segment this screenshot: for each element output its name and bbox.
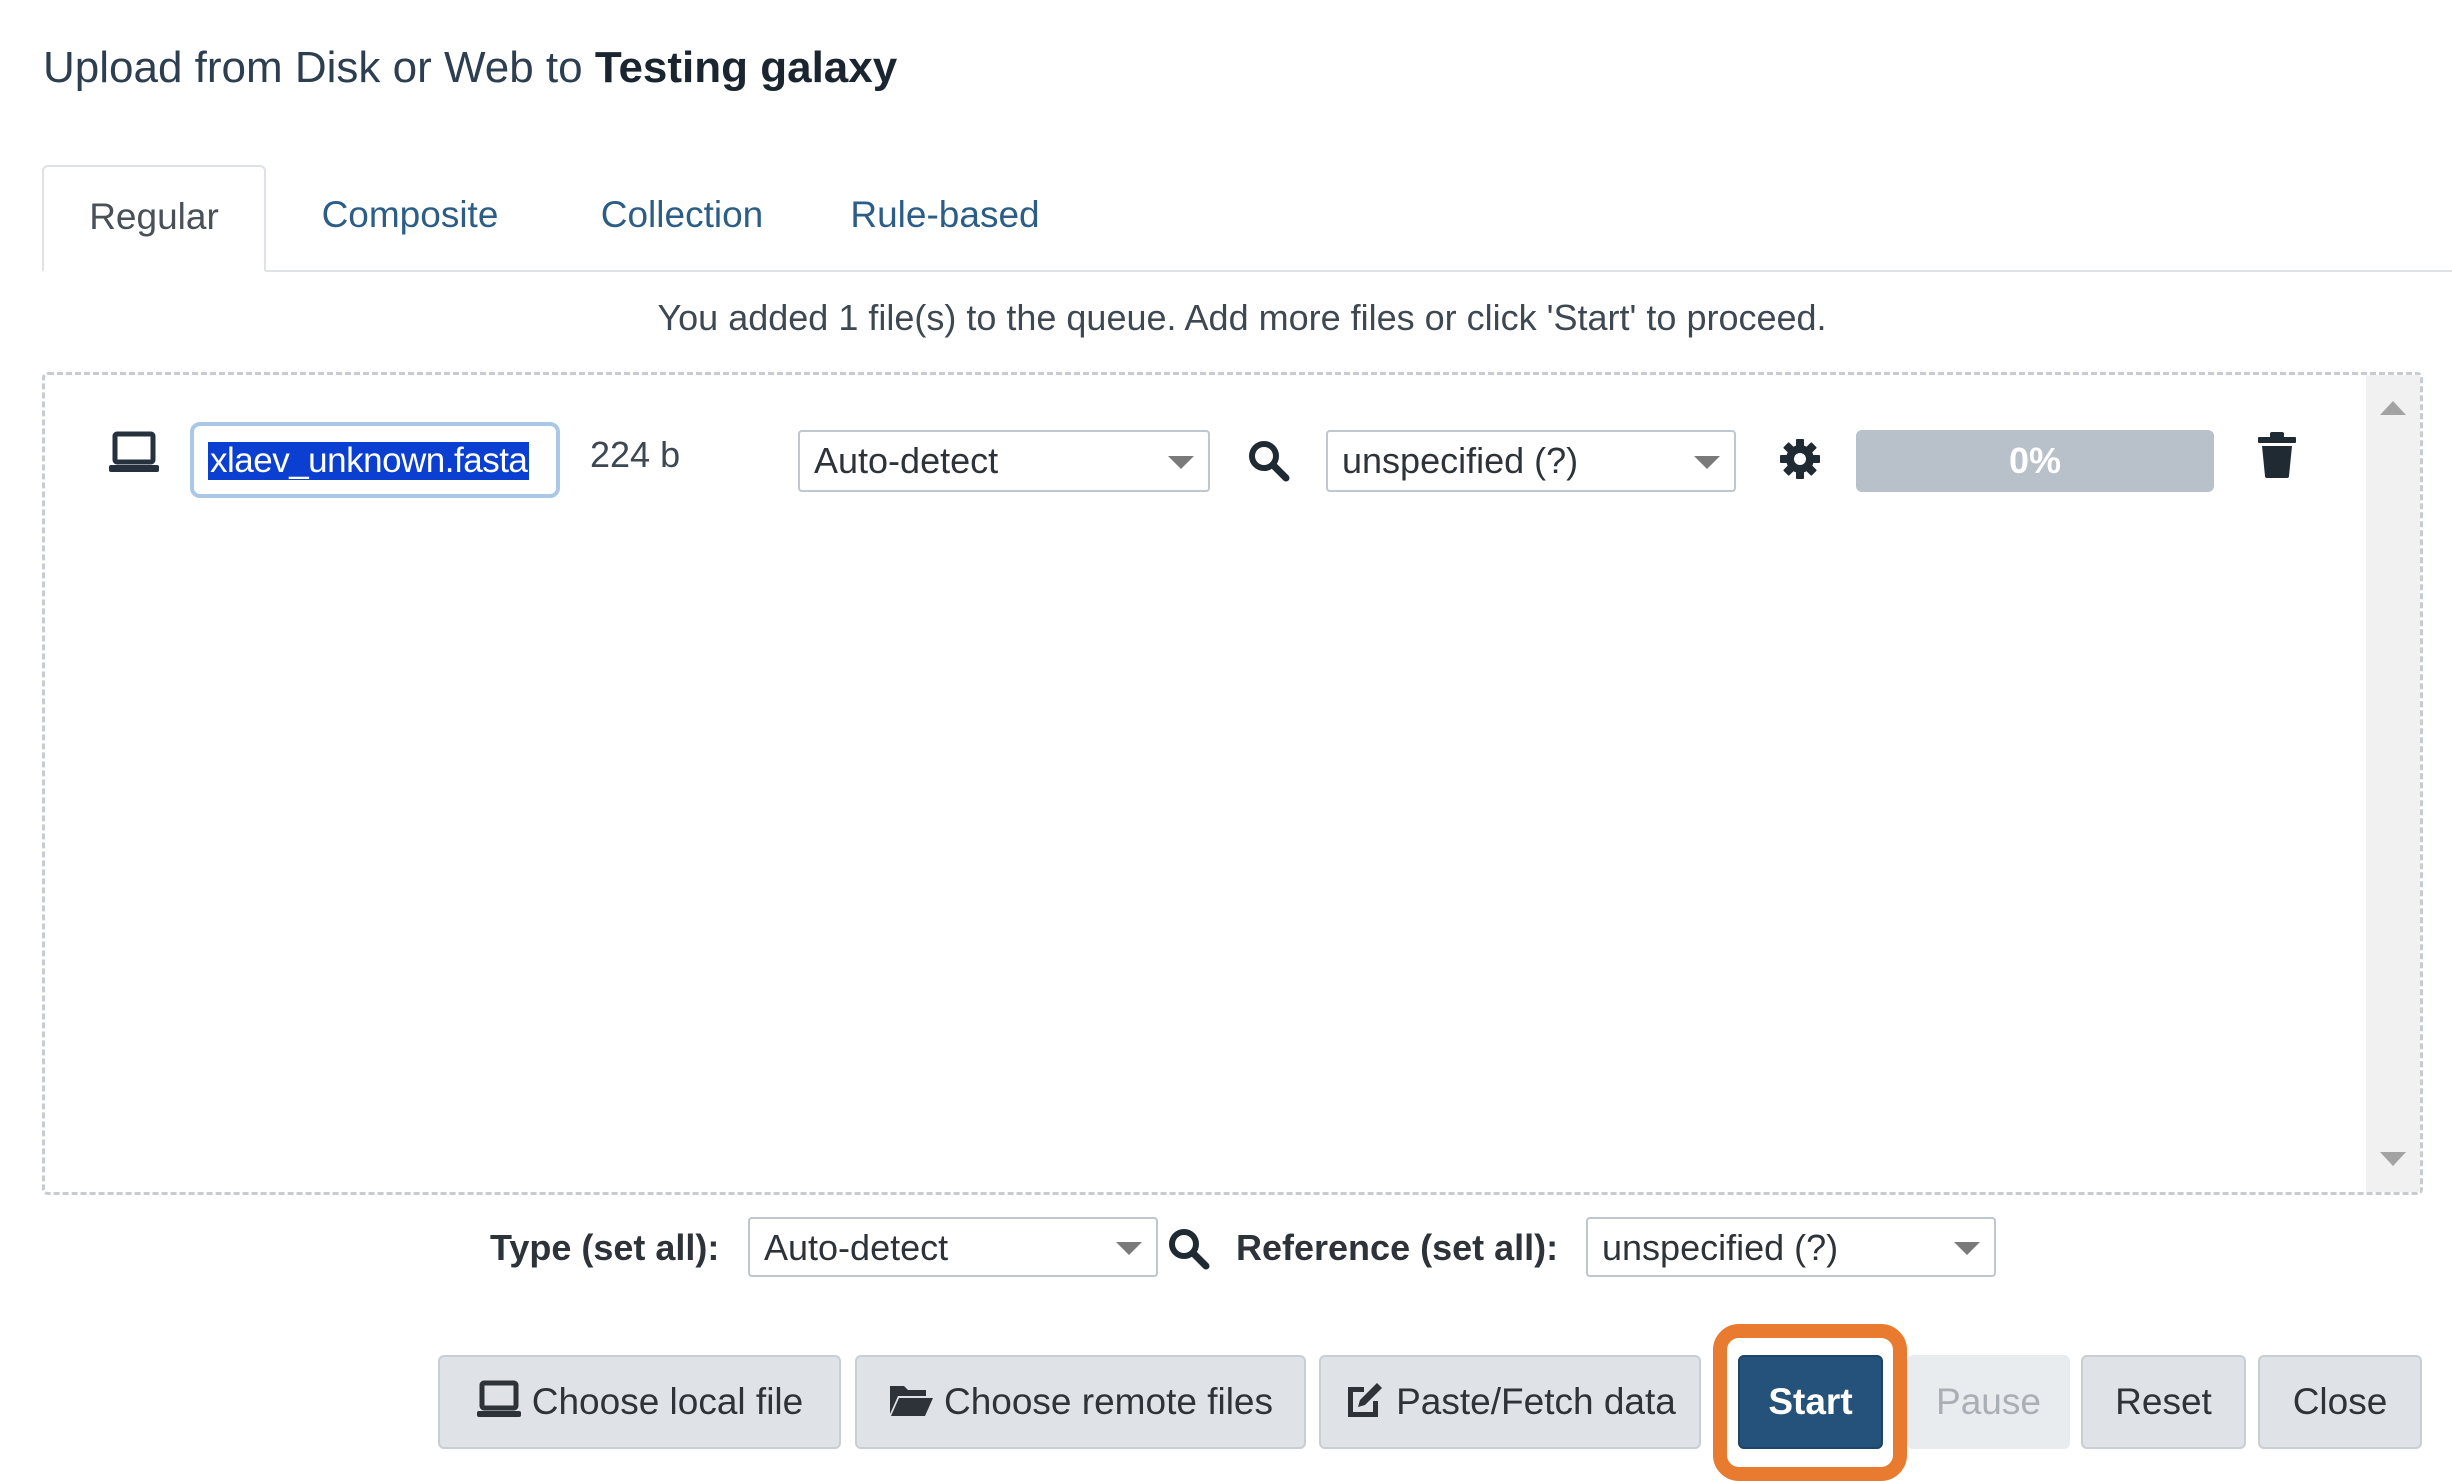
- paste-fetch-data-label: Paste/Fetch data: [1396, 1381, 1676, 1422]
- trash-icon[interactable]: [2258, 432, 2296, 478]
- choose-remote-files-label: Choose remote files: [943, 1381, 1274, 1422]
- upload-progress-label: 0%: [2008, 440, 2062, 481]
- genome-reference-select[interactable]: unspecified (?): [1326, 430, 1736, 492]
- upload-progress-bar: 0%: [1856, 430, 2214, 492]
- dialog-title: Upload from Disk or Web to Testing galax…: [43, 38, 897, 98]
- choose-local-file-label: Choose local file: [531, 1381, 804, 1422]
- chevron-down-icon: [1954, 1242, 1980, 1255]
- queue-message: You added 1 file(s) to the queue. Add mo…: [657, 297, 1827, 338]
- gear-icon[interactable]: [1778, 437, 1822, 481]
- reference-set-all-value: unspecified (?): [1602, 1227, 1839, 1268]
- laptop-icon: [476, 1380, 521, 1418]
- edit-icon: [1348, 1383, 1383, 1418]
- reference-set-all-label: Reference (set all):: [1236, 1227, 1559, 1268]
- chevron-down-icon: [1116, 1242, 1142, 1255]
- start-button[interactable]: Start: [1738, 1355, 1883, 1449]
- genome-reference-value: unspecified (?): [1342, 440, 1579, 481]
- search-icon[interactable]: [1166, 1226, 1212, 1272]
- type-set-all-label: Type (set all):: [490, 1227, 720, 1268]
- chevron-down-icon: [1168, 456, 1194, 469]
- dialog-title-prefix: Upload from Disk or Web to: [43, 43, 595, 92]
- choose-local-file-button[interactable]: Choose local file: [438, 1355, 841, 1449]
- pause-button[interactable]: Pause: [1907, 1355, 2070, 1449]
- chevron-down-icon: [1694, 456, 1720, 469]
- paste-fetch-data-button[interactable]: Paste/Fetch data: [1319, 1355, 1701, 1449]
- type-set-all-value: Auto-detect: [764, 1227, 949, 1268]
- filename-selected-text: xlaev_unknown.fasta: [208, 441, 530, 480]
- tab-rule-based[interactable]: Rule-based: [830, 165, 1060, 272]
- file-type-select[interactable]: Auto-detect: [798, 430, 1210, 492]
- scroll-up-arrow[interactable]: [2380, 401, 2406, 415]
- tab-regular[interactable]: Regular: [42, 165, 266, 272]
- scroll-down-arrow[interactable]: [2380, 1152, 2406, 1166]
- reference-set-all-select[interactable]: unspecified (?): [1586, 1217, 1996, 1277]
- reset-button[interactable]: Reset: [2081, 1355, 2246, 1449]
- file-size: 224 b: [590, 434, 681, 475]
- dialog-title-target: Testing galaxy: [594, 43, 898, 92]
- filename-input[interactable]: xlaev_unknown.fasta: [190, 422, 560, 498]
- type-set-all-select[interactable]: Auto-detect: [748, 1217, 1158, 1277]
- search-icon[interactable]: [1246, 438, 1292, 484]
- tab-collection[interactable]: Collection: [574, 165, 790, 272]
- folder-open-icon: [889, 1386, 933, 1417]
- choose-remote-files-button[interactable]: Choose remote files: [855, 1355, 1306, 1449]
- tab-composite[interactable]: Composite: [292, 165, 528, 272]
- file-type-value: Auto-detect: [814, 440, 999, 481]
- close-button[interactable]: Close: [2258, 1355, 2422, 1449]
- upload-list-scrollbar[interactable]: [2366, 375, 2420, 1192]
- laptop-icon: [108, 430, 160, 476]
